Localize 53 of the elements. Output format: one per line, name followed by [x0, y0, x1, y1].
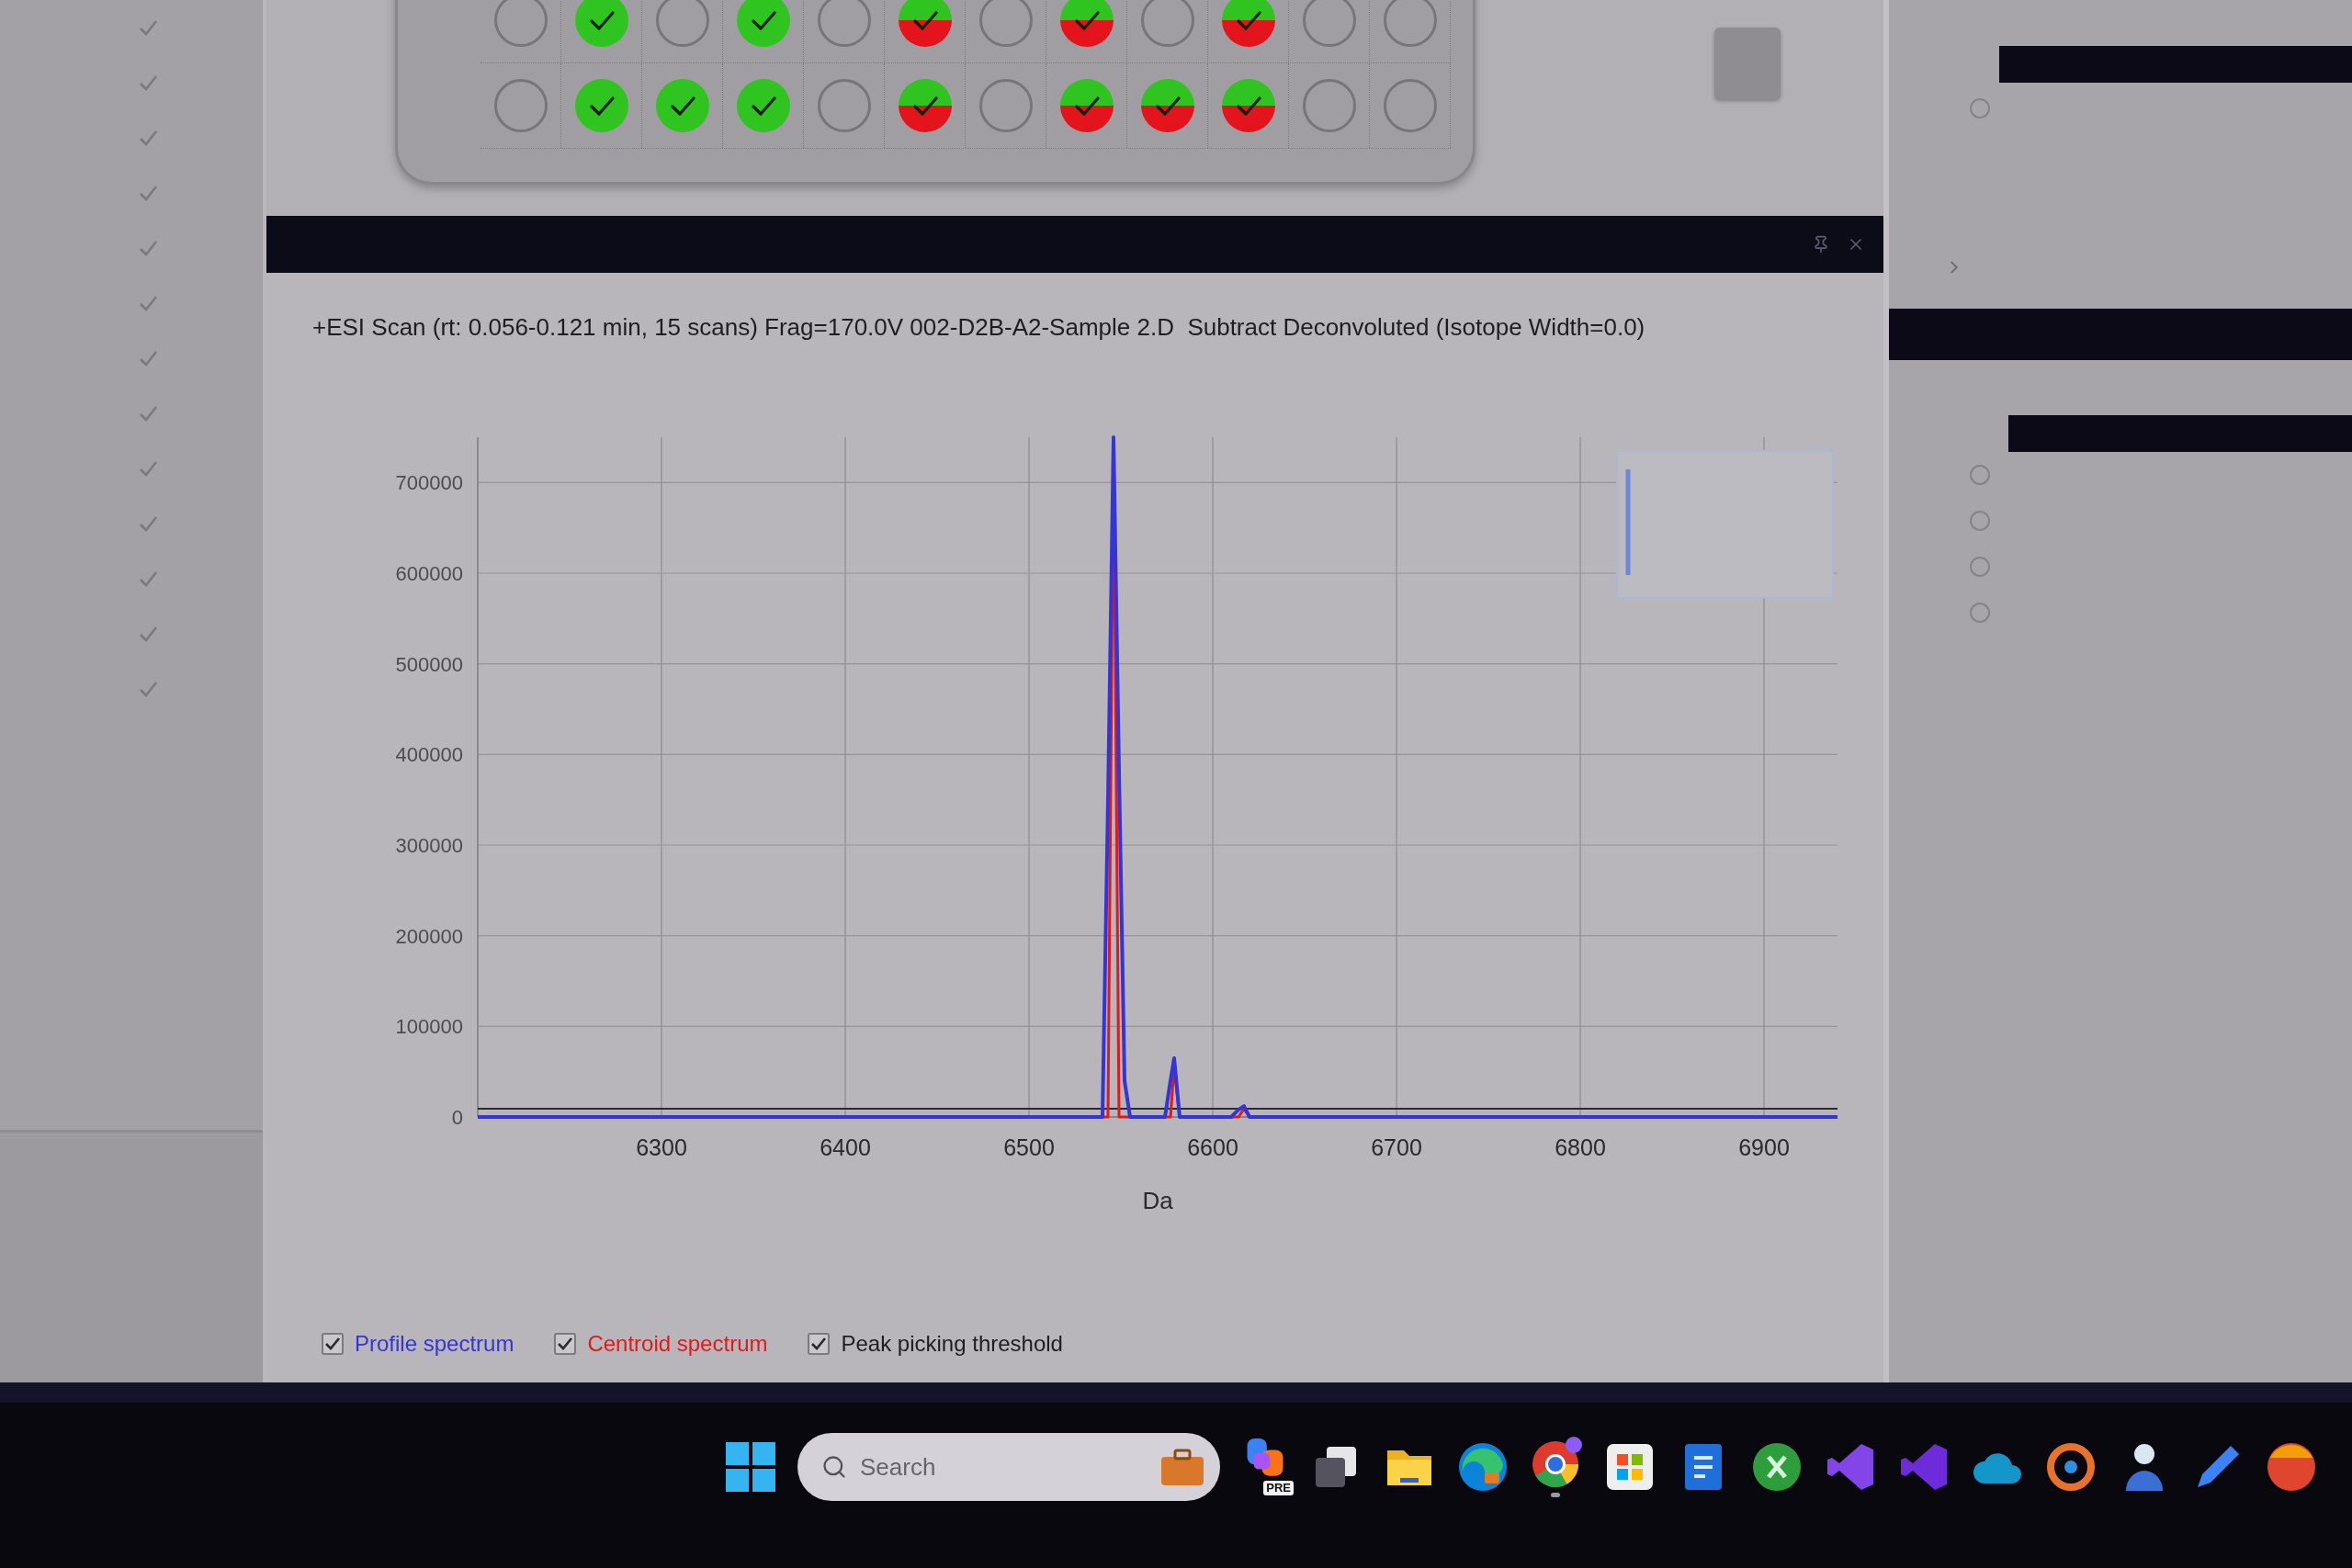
ring-icon[interactable] [2045, 1441, 2097, 1493]
app-badge: PRE [1263, 1481, 1294, 1495]
half-check-circle-icon[interactable] [1221, 0, 1275, 47]
half-check-circle-icon[interactable] [898, 0, 952, 47]
legend-label: Peak picking threshold [841, 1330, 1063, 1358]
tick-label: 700000 [395, 471, 463, 495]
four-squares-icon[interactable] [1604, 1441, 1656, 1493]
tick-label: 6400 [820, 1134, 871, 1160]
start-icon[interactable] [726, 1442, 775, 1492]
swirl-icon[interactable] [1457, 1441, 1509, 1493]
tick-label: 6700 [1371, 1134, 1422, 1160]
radio-icon[interactable] [1970, 511, 1990, 531]
half-check-circle-icon[interactable] [1059, 0, 1114, 47]
tick-label: 6800 [1555, 1134, 1606, 1160]
search-field[interactable]: Search [797, 1433, 1220, 1501]
x-circle-icon[interactable] [1751, 1441, 1803, 1493]
tick-label: 6600 [1187, 1134, 1238, 1160]
half-check-circle-icon[interactable] [1221, 79, 1275, 132]
search-icon [821, 1454, 847, 1480]
tick-label: 300000 [395, 834, 463, 857]
tick-label: 400000 [395, 743, 463, 767]
spectrum-title: +ESI Scan (rt: 0.056-0.121 min, 15 scans) Frag=170.0V 002-D2B-A2-Sample 2.D Subtract Deconvoluted (Isotope Width=0.0) [311, 312, 1646, 343]
legend-label: Centroid spectrum [587, 1330, 768, 1358]
tick-label: 500000 [395, 652, 463, 676]
tick-label: 200000 [395, 924, 463, 948]
half-check-circle-icon[interactable] [898, 79, 952, 132]
checkbox[interactable] [808, 1333, 831, 1355]
ribbon-icon[interactable] [1825, 1441, 1876, 1493]
checkbox[interactable] [554, 1333, 577, 1355]
pin-icon[interactable] [1812, 235, 1830, 254]
radio-icon[interactable] [1970, 465, 1990, 485]
ball-icon[interactable] [2266, 1441, 2317, 1493]
tick-label: 0 [451, 1106, 463, 1129]
check-circle-icon[interactable] [736, 79, 790, 132]
search-input[interactable]: Search [860, 1449, 1148, 1485]
briefcase-icon[interactable] [1161, 1449, 1204, 1485]
tick-label: 600000 [395, 562, 463, 585]
browser-icon[interactable] [1531, 1437, 1582, 1497]
tick-label: 100000 [395, 1015, 463, 1039]
ribbon-icon[interactable] [1898, 1441, 1950, 1493]
tick-label: 6300 [636, 1134, 687, 1160]
half-check-circle-icon[interactable] [1059, 79, 1114, 132]
radio-icon[interactable] [1970, 603, 1990, 623]
checkbox[interactable] [322, 1333, 344, 1355]
tick-label: 6500 [1003, 1134, 1055, 1160]
check-circle-icon[interactable] [655, 79, 709, 132]
legend-label: Profile spectrum [355, 1330, 514, 1358]
half-check-circle-icon[interactable] [1140, 79, 1194, 132]
radio-icon[interactable] [1970, 98, 1990, 118]
axis-label: Da [1142, 1187, 1173, 1214]
tick-label: 6900 [1738, 1134, 1790, 1160]
check-circle-icon[interactable] [574, 79, 628, 132]
radio-icon[interactable] [1970, 557, 1990, 577]
